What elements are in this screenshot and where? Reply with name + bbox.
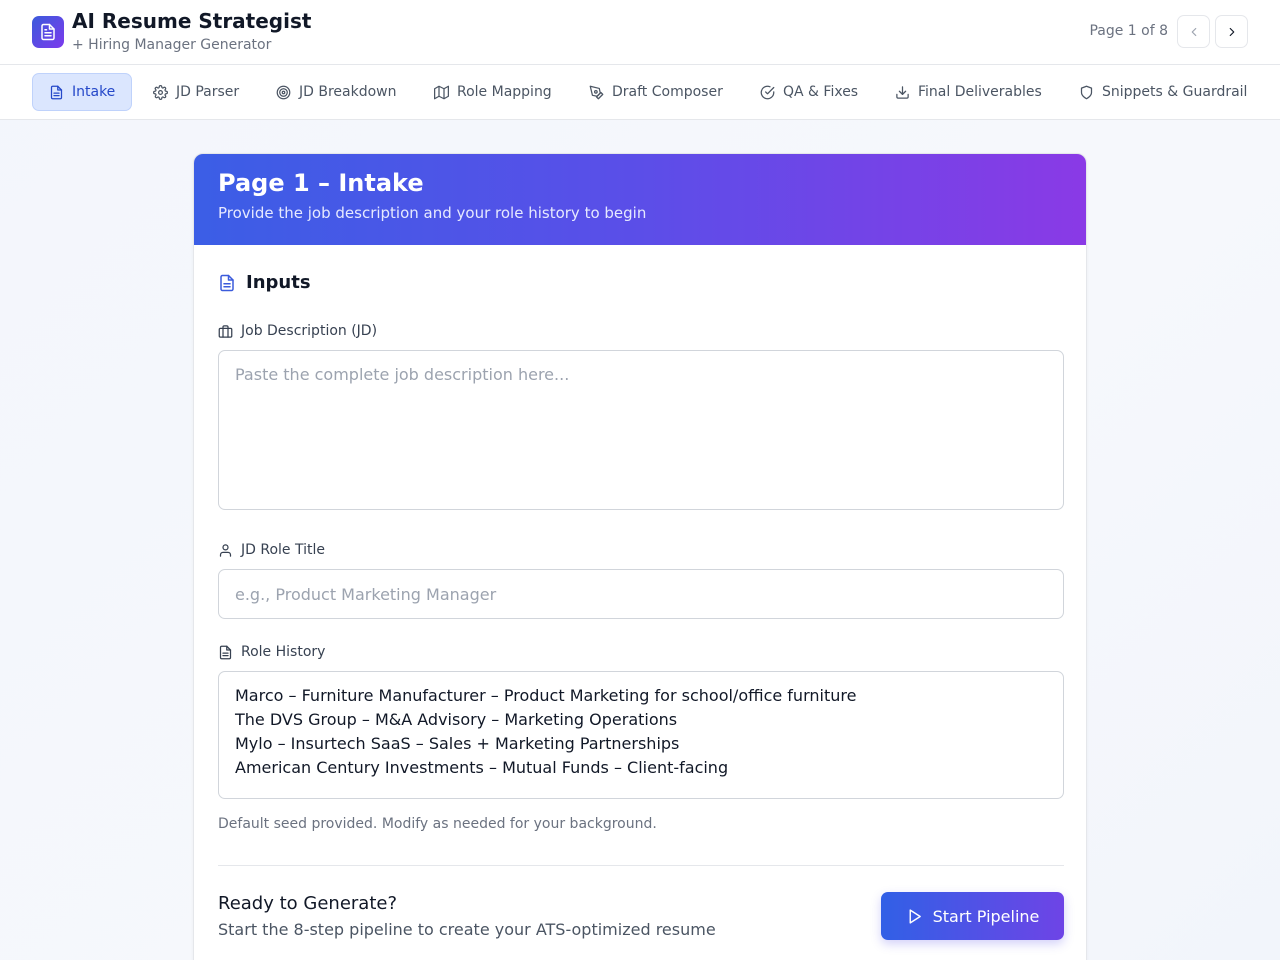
- page-indicator: Page 1 of 8: [1089, 23, 1168, 39]
- tab-label: Snippets & Guardrail: [1102, 84, 1248, 100]
- role-history-label-text: Role History: [241, 644, 326, 660]
- divider: [218, 865, 1064, 866]
- document-icon: [220, 274, 234, 291]
- ready-subtitle: Start the 8-step pipeline to create your…: [218, 920, 716, 939]
- tab-label: Role Mapping: [457, 84, 552, 100]
- tab-label: JD Parser: [176, 84, 240, 100]
- download-icon: [896, 85, 909, 99]
- play-icon: [909, 908, 921, 924]
- user-icon: [219, 543, 232, 557]
- tab-qa-fixes[interactable]: QA & Fixes: [760, 73, 858, 111]
- previous-page-button[interactable]: [1177, 15, 1210, 48]
- jd-label: Job Description (JD): [218, 323, 377, 339]
- tab-role-mapping[interactable]: Role Mapping: [434, 73, 552, 111]
- section-title-text: Inputs: [246, 272, 311, 293]
- tab-snippets-guardrail[interactable]: Snippets & Guardrail: [1079, 73, 1247, 111]
- document-icon: [41, 23, 55, 41]
- app-title: AI Resume Strategist: [72, 9, 312, 33]
- document-icon: [50, 85, 63, 99]
- pen-icon: [589, 85, 604, 99]
- ready-title: Ready to Generate?: [218, 893, 398, 914]
- tab-label: JD Breakdown: [299, 84, 397, 100]
- step-tabs: Intake JD Parser JD Breakdown Role Mappi…: [0, 65, 1280, 120]
- shield-icon: [1080, 85, 1093, 99]
- tab-label: Final Deliverables: [918, 84, 1042, 100]
- role-history-hint: Default seed provided. Modify as needed …: [218, 816, 657, 832]
- tab-jd-breakdown[interactable]: JD Breakdown: [276, 73, 397, 111]
- gear-icon: [153, 84, 168, 100]
- chevron-right-icon: [1229, 27, 1234, 36]
- tab-label: Intake: [72, 84, 116, 100]
- job-description-input[interactable]: [218, 350, 1064, 510]
- card-header: Page 1 – Intake Provide the job descript…: [194, 154, 1086, 245]
- jd-label-text: Job Description (JD): [241, 323, 378, 339]
- role-title-input[interactable]: [218, 569, 1064, 619]
- start-pipeline-button[interactable]: Start Pipeline: [881, 892, 1064, 940]
- app-subtitle: + Hiring Manager Generator: [72, 37, 272, 53]
- role-history-line: Mylo – Insurtech SaaS – Sales + Marketin…: [235, 734, 680, 753]
- tab-intake[interactable]: Intake: [32, 73, 133, 111]
- role-title-label-text: JD Role Title: [241, 542, 325, 558]
- intake-card: Page 1 – Intake Provide the job descript…: [193, 153, 1087, 960]
- target-icon: [276, 85, 291, 99]
- tab-label: QA & Fixes: [783, 84, 859, 100]
- top-bar: AI Resume Strategist + Hiring Manager Ge…: [0, 0, 1280, 65]
- page-subtitle: Provide the job description and your rol…: [218, 204, 647, 222]
- role-history-line: The DVS Group – M&A Advisory – Marketing…: [235, 710, 678, 729]
- role-history-line: Marco – Furniture Manufacturer – Product…: [235, 686, 857, 705]
- role-history-line: American Century Investments – Mutual Fu…: [235, 758, 729, 777]
- role-title-label: JD Role Title: [218, 542, 325, 558]
- page-title: Page 1 – Intake: [218, 169, 424, 197]
- tab-jd-parser[interactable]: JD Parser: [153, 73, 239, 111]
- map-icon: [434, 85, 449, 99]
- chevron-left-icon: [1191, 27, 1196, 36]
- role-history-label: Role History: [218, 644, 325, 660]
- briefcase-icon: [218, 324, 233, 338]
- next-page-button[interactable]: [1215, 15, 1248, 48]
- check-circle-icon: [760, 85, 775, 99]
- tab-draft-composer[interactable]: Draft Composer: [589, 73, 723, 111]
- inputs-section-title: Inputs: [218, 272, 311, 293]
- role-history-input[interactable]: Marco – Furniture Manufacturer – Product…: [218, 671, 1064, 799]
- document-icon: [219, 645, 232, 659]
- tab-label: Draft Composer: [612, 84, 723, 100]
- start-pipeline-label: Start Pipeline: [932, 906, 1040, 926]
- app-logo: [32, 16, 64, 48]
- tab-final-deliverables[interactable]: Final Deliverables: [895, 73, 1042, 111]
